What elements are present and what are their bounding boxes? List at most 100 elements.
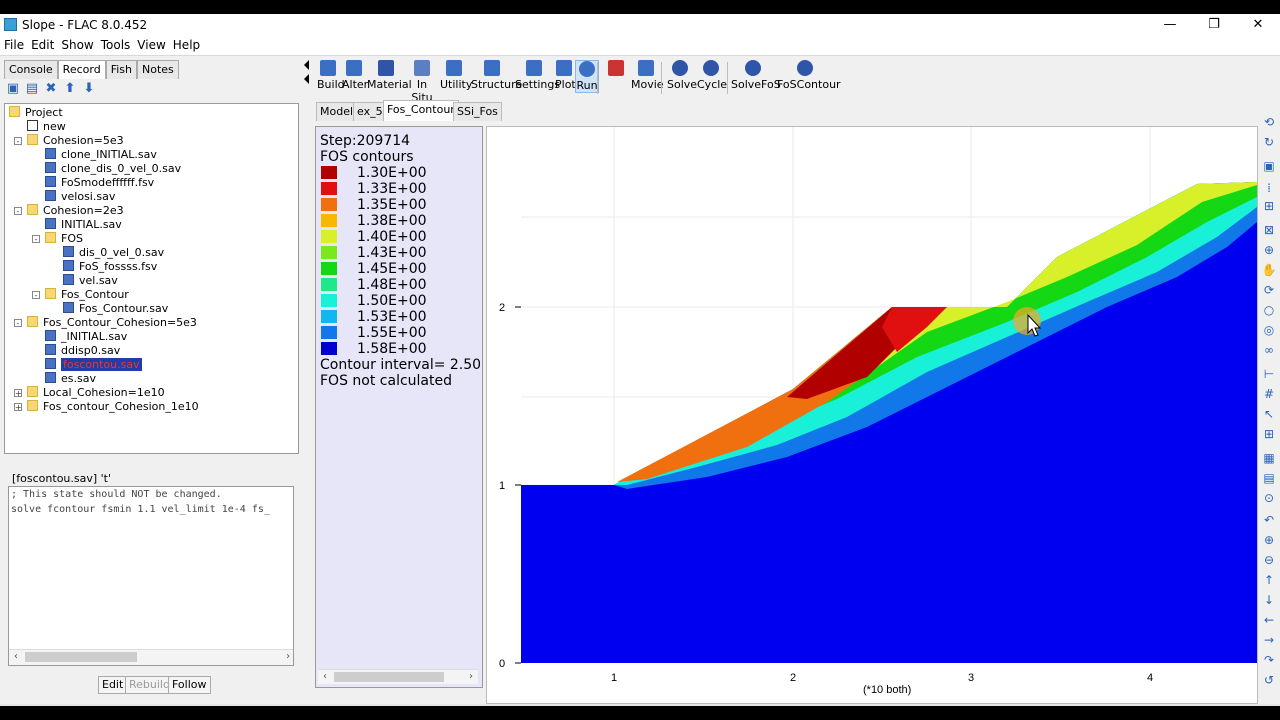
collapse-arrows-icon[interactable] (301, 56, 313, 96)
table-icon[interactable]: ▤ (1261, 470, 1277, 486)
toolbar-button-foscontour[interactable]: FoSContour (777, 60, 841, 91)
tree-file[interactable]: new (27, 120, 66, 134)
scroll-left-icon[interactable]: ‹ (9, 650, 23, 664)
tree-folder[interactable]: Local_Cohesion=1e10 (27, 386, 165, 400)
tree-folder[interactable]: Cohesion=2e3 (27, 204, 124, 218)
tree-expander-icon[interactable]: - (32, 291, 40, 300)
circle-icon[interactable]: ○ (1261, 302, 1277, 318)
toolbar-button-solve[interactable]: Solve (667, 60, 697, 91)
tab-model[interactable]: Model (316, 102, 358, 121)
toolbar-button-structure[interactable]: Structure (471, 60, 522, 91)
copy-plot-icon[interactable]: ▣ (1261, 158, 1277, 174)
rotate-cw-icon[interactable]: ↷ (1261, 652, 1277, 668)
menu-show[interactable]: Show (57, 36, 96, 52)
zoom-in-icon[interactable]: ⊕ (1261, 532, 1277, 548)
command-text[interactable]: ; This state should NOT be changed. solv… (8, 486, 294, 666)
delete-record-icon[interactable]: ✖ (44, 82, 58, 96)
tab-notes[interactable]: Notes (136, 60, 179, 79)
scroll-thumb[interactable] (25, 652, 137, 662)
pan-icon[interactable]: ✋ (1261, 262, 1277, 278)
toolbar-button-settings[interactable]: Settings (515, 60, 560, 91)
menu-edit[interactable]: Edit (27, 36, 57, 52)
dots-icon[interactable]: ⁞ (1261, 180, 1277, 196)
layers-icon[interactable]: ▦ (1261, 450, 1277, 466)
rotate-ccw-icon[interactable]: ↺ (1261, 672, 1277, 688)
zoom-window-icon[interactable]: ⊙ (1261, 490, 1277, 506)
tab-console[interactable]: Console (4, 60, 58, 79)
pan-down-icon[interactable]: ↓ (1261, 592, 1277, 608)
legend-hscroll[interactable]: ‹ › (318, 669, 478, 684)
close-button[interactable]: ✕ (1236, 14, 1280, 36)
toolbar-button-movie[interactable]: Movie (631, 60, 664, 91)
zoom-icon[interactable]: ⊕ (1261, 242, 1277, 258)
tree-expander-icon[interactable]: - (14, 207, 22, 216)
toolbar-button-solvefos[interactable]: SolveFoS (731, 60, 781, 91)
menu-view[interactable]: View (133, 36, 168, 52)
tab-fos-contour[interactable]: Fos_Contour (383, 100, 459, 121)
new-record-icon[interactable]: ▣ (6, 82, 20, 96)
fos-contour-plot[interactable]: 2 1 0 1 2 3 4 (*10 both) (486, 126, 1258, 704)
toolbar-button-utility[interactable]: Utility (440, 60, 472, 91)
tree-file[interactable]: Fos_Contour.sav (63, 302, 168, 316)
follow-button[interactable]: Follow (168, 676, 211, 694)
tree-file[interactable]: _INITIAL.sav (45, 330, 127, 344)
tree-file[interactable]: dis_0_vel_0.sav (63, 246, 164, 260)
move-down-icon[interactable]: ⬇ (82, 82, 96, 96)
scroll-thumb[interactable] (334, 672, 444, 682)
pan-up-icon[interactable]: ↑ (1261, 572, 1277, 588)
menu-help[interactable]: Help (169, 36, 203, 52)
restore-button[interactable]: ❐ (1192, 14, 1236, 36)
tab-ssi-fos[interactable]: SSi_Fos (453, 102, 502, 121)
tree-folder[interactable]: Fos_Contour_Cohesion=5e3 (27, 316, 197, 330)
minimize-button[interactable]: — (1148, 14, 1192, 36)
tree-file[interactable]: vel.sav (63, 274, 118, 288)
select-icon[interactable]: ↖ (1261, 406, 1277, 422)
tree-file[interactable]: FoS_fossss.fsv (63, 260, 157, 274)
menu-tools[interactable]: Tools (97, 36, 134, 52)
toolbar-button-tools[interactable] (603, 60, 629, 78)
menu-file[interactable]: File (0, 36, 27, 52)
pan-right-icon[interactable]: → (1261, 632, 1277, 648)
scroll-left-icon[interactable]: ‹ (318, 670, 332, 684)
tree-expander-icon[interactable]: - (14, 319, 22, 328)
tab-fish[interactable]: Fish (105, 60, 137, 79)
link-icon[interactable]: ∞ (1261, 342, 1277, 358)
window-icon[interactable]: ⊞ (1261, 198, 1277, 214)
rebuild-button[interactable]: Rebuild (125, 676, 174, 694)
axes-icon[interactable]: ⊢ (1261, 366, 1277, 382)
toolbar-button-material[interactable]: Material (367, 60, 412, 91)
tree-file[interactable]: FoSmodeffffff.fsv (45, 176, 154, 190)
tree-file[interactable]: es.sav (45, 372, 96, 386)
undo-icon[interactable]: ↶ (1261, 512, 1277, 528)
tab-record[interactable]: Record (57, 60, 106, 79)
toolbar-button-build[interactable]: Build (317, 60, 345, 91)
tree-file[interactable]: velosi.sav (45, 190, 115, 204)
tree-folder[interactable]: FOS (45, 232, 83, 246)
tree-expander-icon[interactable]: - (14, 137, 22, 146)
tree-folder[interactable]: Cohesion=5e3 (27, 134, 124, 148)
toolbar-button-plot[interactable]: Plot (555, 60, 576, 91)
tree-file[interactable]: clone_INITIAL.sav (45, 148, 157, 162)
tree-folder[interactable]: Project (9, 106, 63, 120)
command-hscroll[interactable]: ‹ › (9, 649, 293, 665)
scroll-right-icon[interactable]: › (464, 670, 478, 684)
toolbar-button-cycle[interactable]: Cycle (697, 60, 727, 91)
toolbar-button-alter[interactable]: Alter (342, 60, 368, 91)
grid-toggle-icon[interactable]: # (1261, 386, 1277, 402)
toolbar-button-run[interactable]: Run (575, 60, 599, 93)
tree-file[interactable]: foscontou.sav (45, 358, 142, 372)
rotate-icon[interactable]: ⟳ (1261, 282, 1277, 298)
edit-button[interactable]: Edit (98, 676, 128, 694)
tree-expander-icon[interactable]: + (14, 389, 22, 398)
tree-file[interactable]: INITIAL.sav (45, 218, 122, 232)
mesh-icon[interactable]: ⊞ (1261, 426, 1277, 442)
zoom-out-icon[interactable]: ⊖ (1261, 552, 1277, 568)
tab-ex5[interactable]: ex_5 (353, 102, 387, 121)
tree-file[interactable]: ddisp0.sav (45, 344, 120, 358)
reset-view-icon[interactable]: ⟲ (1261, 114, 1277, 130)
tree-folder[interactable]: Fos_Contour (45, 288, 129, 302)
tree-expander-icon[interactable]: + (14, 403, 22, 412)
close-plot-icon[interactable]: ⊠ (1261, 222, 1277, 238)
plot-canvas[interactable]: 2 1 0 1 2 3 4 (*10 both) (487, 127, 1257, 703)
save-record-icon[interactable]: ▤ (25, 82, 39, 96)
